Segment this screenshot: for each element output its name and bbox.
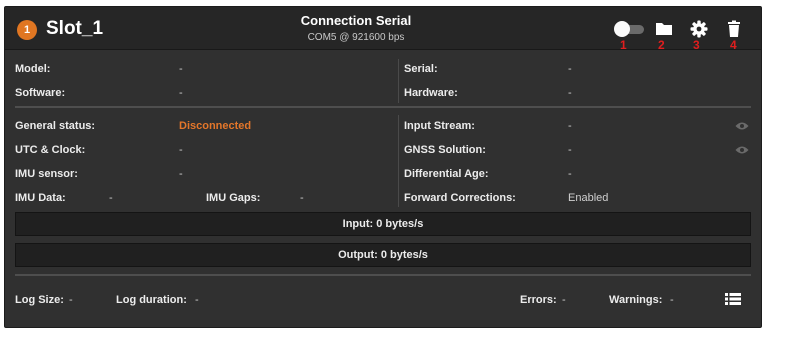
delete-button[interactable] bbox=[724, 19, 744, 39]
imu-data-value: - bbox=[109, 192, 113, 204]
folder-icon bbox=[656, 23, 672, 35]
annotation-number-1: 1 bbox=[620, 38, 627, 52]
slot-panel: 1 Slot_1 Connection Serial COM5 @ 921600… bbox=[4, 6, 762, 328]
list-icon[interactable] bbox=[725, 293, 741, 305]
utc-clock-label: UTC & Clock: bbox=[15, 144, 86, 156]
forward-corrections-value: Enabled bbox=[568, 192, 609, 204]
status-divider bbox=[398, 115, 399, 207]
hardware-label: Hardware: bbox=[404, 87, 458, 99]
input-stream-label: Input Stream: bbox=[404, 120, 475, 132]
connect-toggle[interactable] bbox=[614, 21, 646, 37]
log-duration-label: Log duration: bbox=[116, 294, 187, 306]
general-status-value: Disconnected bbox=[179, 120, 252, 132]
serial-value: - bbox=[568, 63, 572, 75]
model-label: Model: bbox=[15, 63, 51, 75]
footer-divider bbox=[15, 274, 751, 276]
hardware-value: - bbox=[568, 87, 572, 99]
imu-gaps-label: IMU Gaps: bbox=[206, 192, 261, 204]
slot-name: Slot_1 bbox=[46, 18, 104, 39]
utc-clock-value: - bbox=[179, 144, 183, 156]
forward-corrections-label: Forward Corrections: bbox=[404, 192, 516, 204]
folder-button[interactable] bbox=[654, 19, 674, 39]
gnss-solution-label: GNSS Solution: bbox=[404, 144, 486, 156]
annotation-number-2: 2 bbox=[658, 38, 665, 52]
gnss-solution-value: - bbox=[568, 144, 572, 156]
slot-header: 1 Slot_1 Connection Serial COM5 @ 921600… bbox=[5, 7, 761, 52]
slot-number-badge: 1 bbox=[17, 20, 37, 40]
serial-label: Serial: bbox=[404, 63, 438, 75]
input-stream-eye-icon[interactable] bbox=[735, 121, 749, 131]
errors-label: Errors: bbox=[520, 294, 557, 306]
imu-gaps-value: - bbox=[300, 192, 304, 204]
annotation-number-3: 3 bbox=[693, 38, 700, 52]
imu-sensor-value: - bbox=[179, 168, 183, 180]
differential-age-label: Differential Age: bbox=[404, 168, 489, 180]
general-status-label: General status: bbox=[15, 120, 96, 132]
trash-icon bbox=[728, 20, 740, 37]
annotation-number-4: 4 bbox=[730, 38, 737, 52]
gnss-solution-eye-icon[interactable] bbox=[735, 145, 749, 155]
model-value: - bbox=[179, 63, 183, 75]
log-duration-value: - bbox=[195, 294, 199, 306]
imu-sensor-label: IMU sensor: bbox=[15, 168, 78, 180]
section-divider bbox=[15, 106, 751, 108]
software-value: - bbox=[179, 87, 183, 99]
imu-data-label: IMU Data: bbox=[15, 192, 66, 204]
input-stream-value: - bbox=[568, 120, 572, 132]
log-size-value: - bbox=[69, 294, 73, 306]
gear-icon bbox=[690, 20, 708, 38]
errors-value: - bbox=[562, 294, 566, 306]
info-divider bbox=[398, 59, 399, 103]
differential-age-value: - bbox=[568, 168, 572, 180]
connection-title: Connection Serial bbox=[300, 13, 412, 28]
connection-details: COM5 @ 921600 bps bbox=[307, 32, 405, 43]
warnings-label: Warnings: bbox=[609, 294, 663, 306]
log-size-label: Log Size: bbox=[15, 294, 64, 306]
settings-button[interactable] bbox=[689, 19, 709, 39]
input-rate-bar: Input: 0 bytes/s bbox=[15, 212, 751, 236]
output-rate-bar: Output: 0 bytes/s bbox=[15, 243, 751, 267]
warnings-value: - bbox=[670, 294, 674, 306]
software-label: Software: bbox=[15, 87, 66, 99]
toggle-knob bbox=[614, 21, 630, 37]
